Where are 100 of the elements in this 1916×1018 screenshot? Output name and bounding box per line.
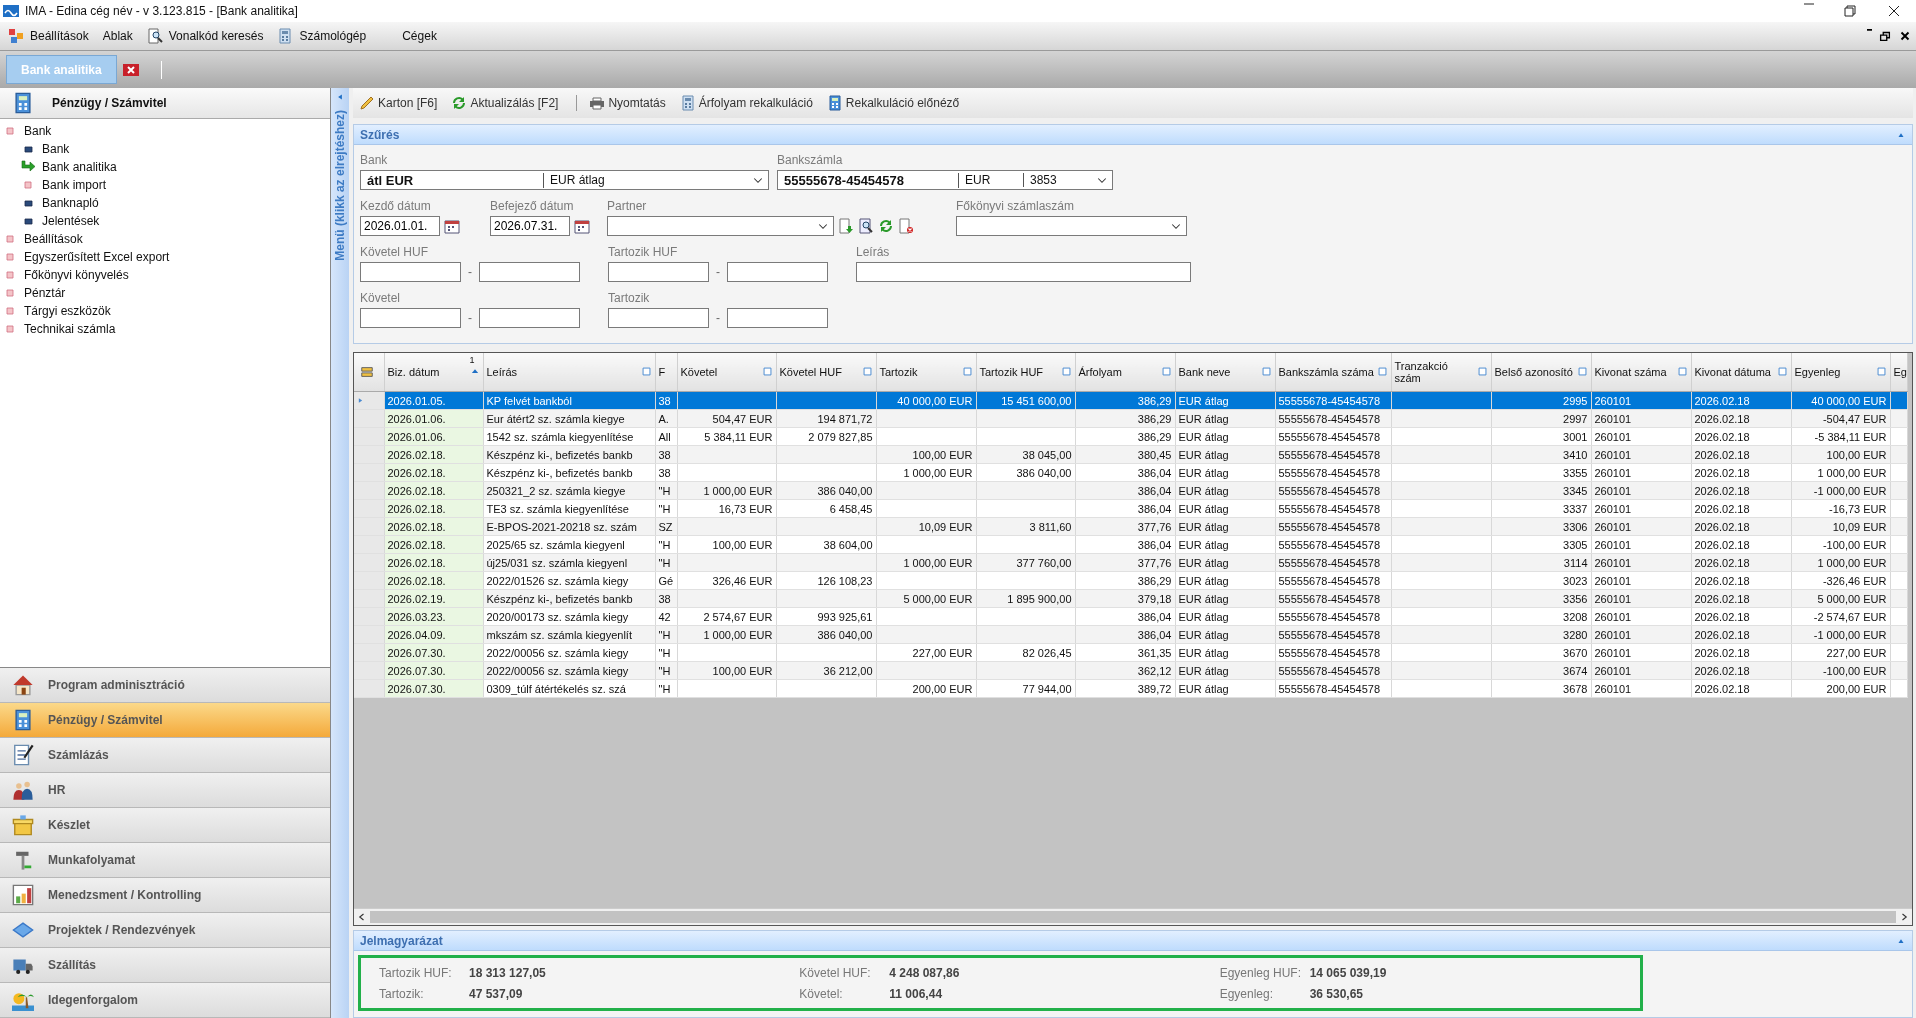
- column-header[interactable]: Követel HUF: [776, 353, 876, 392]
- menu-item[interactable]: Beállítások: [30, 29, 89, 43]
- tree-item[interactable]: Banknapló: [42, 196, 99, 210]
- collapse-label: Menü (klikk az elrejtéshez): [333, 110, 347, 261]
- filter-icon: [1676, 366, 1688, 377]
- summary-label: Tartozik HUF:: [379, 965, 453, 980]
- module-button[interactable]: Készlet: [0, 808, 330, 843]
- panel-title: Szűrés: [360, 127, 400, 142]
- summary-value: 18 313 127,05: [469, 965, 546, 980]
- current-row-icon: [356, 396, 365, 405]
- ledger-account-select[interactable]: [956, 216, 1187, 236]
- tree-item[interactable]: Főkönyvi könyvelés: [24, 268, 129, 282]
- close-icon: [1886, 3, 1902, 19]
- input-field[interactable]: [479, 308, 580, 328]
- summary-value: 14 065 039,19: [1309, 965, 1387, 980]
- calculator-icon: [277, 28, 294, 44]
- column-header[interactable]: Egyenleg: [1791, 353, 1890, 392]
- input-field[interactable]: [360, 262, 461, 282]
- module-button[interactable]: Számlázás: [0, 738, 330, 773]
- tree-item[interactable]: Bank import: [42, 178, 107, 192]
- menu-item[interactable]: Ablak: [102, 29, 133, 43]
- module-button[interactable]: Menedzsment / Kontrolling: [0, 878, 330, 913]
- input-field[interactable]: [727, 262, 828, 282]
- tree-item[interactable]: Pénztár: [24, 286, 66, 300]
- input-field[interactable]: [608, 308, 709, 328]
- close-tab-icon: [122, 61, 139, 78]
- module-button[interactable]: Projektek / Rendezvények: [0, 913, 330, 948]
- toolbar-button[interactable]: Árfolyam rekalkuláció: [677, 95, 821, 111]
- toolbar-button[interactable]: Nyomtatás: [587, 95, 674, 111]
- input-field[interactable]: [727, 308, 828, 328]
- document-pen-icon: [12, 744, 34, 766]
- panel-title: Jelmagyarázat: [360, 933, 443, 948]
- field-label: Partner: [607, 199, 648, 214]
- filter-icon: [861, 366, 873, 377]
- column-header[interactable]: Bank neve: [1175, 353, 1275, 392]
- tree-item[interactable]: Bank: [24, 124, 52, 138]
- date-field[interactable]: 2026.07.31.: [490, 216, 570, 236]
- add-document-icon: [838, 218, 854, 234]
- tree-item[interactable]: Bank: [42, 142, 70, 156]
- calendar-icon: [574, 218, 590, 234]
- input-field[interactable]: [479, 262, 580, 282]
- filter-icon: [761, 366, 773, 377]
- summary-value: 4 248 087,86: [889, 965, 960, 980]
- field-label: Követel: [360, 291, 402, 306]
- input-field[interactable]: [608, 262, 709, 282]
- bar-chart-icon: [12, 884, 34, 906]
- summary-label: Egyenleg:: [1219, 986, 1275, 1001]
- app-menu-icon: [8, 28, 24, 44]
- column-header[interactable]: 1 Biz. dátum: [384, 353, 483, 392]
- summary-value: 47 537,09: [469, 986, 523, 1001]
- date-field[interactable]: 2026.01.01.: [360, 216, 440, 236]
- box-icon: [12, 814, 34, 836]
- toolbar-button[interactable]: Rekalkuláció előnéző: [824, 95, 968, 111]
- module-button[interactable]: Idegenforgalom: [0, 983, 330, 1018]
- window-title: IMA - Edina cég név - v 3.123.815 - [Bank analitika]: [25, 4, 298, 18]
- column-header[interactable]: Kivonat száma: [1591, 353, 1691, 392]
- column-header[interactable]: Tartozik: [876, 353, 976, 392]
- partner-select[interactable]: [607, 216, 834, 236]
- column-header[interactable]: Belső azonosító: [1491, 353, 1591, 392]
- calendar-icon: [444, 218, 460, 234]
- module-button[interactable]: Program adminisztráció: [0, 668, 330, 703]
- column-header[interactable]: F: [655, 353, 677, 392]
- calculator-icon: [12, 92, 34, 114]
- range-separator: -: [467, 311, 473, 325]
- column-header[interactable]: [354, 353, 384, 392]
- column-header[interactable]: Tranzakció szám: [1391, 353, 1491, 392]
- tree-item[interactable]: Egyszerűsített Excel export: [24, 250, 170, 264]
- column-header[interactable]: Bankszámla száma: [1275, 353, 1391, 392]
- minimize-icon: [1804, 3, 1814, 5]
- module-button[interactable]: HR: [0, 773, 330, 808]
- toolbar-button[interactable]: Karton [F6]: [357, 95, 446, 111]
- restore-icon: [1878, 29, 1892, 43]
- toolbar-button[interactable]: Aktualizálás [F2]: [449, 95, 567, 111]
- tree-item[interactable]: Bank analitika: [42, 160, 117, 174]
- input-field[interactable]: [360, 308, 461, 328]
- module-button[interactable]: Pénzügy / Számvitel: [0, 703, 330, 738]
- field-label: Bank: [360, 153, 389, 168]
- account-select[interactable]: 55555678-45454578 EUR 3853: [777, 170, 1113, 190]
- bank-select[interactable]: átl EUR EUR átlag: [360, 170, 769, 190]
- column-header[interactable]: Leírás: [483, 353, 655, 392]
- column-header[interactable]: Kivonat dátuma: [1691, 353, 1791, 392]
- column-header[interactable]: Tartozik HUF: [976, 353, 1075, 392]
- tree-item[interactable]: Jelentések: [42, 214, 100, 228]
- menu-item[interactable]: Cégek: [402, 29, 437, 43]
- tree-item[interactable]: Beállítások: [24, 232, 83, 246]
- calculator-icon: [12, 709, 34, 731]
- filter-icon: [1476, 366, 1488, 377]
- summary-value: 11 006,44: [889, 986, 943, 1001]
- column-header[interactable]: Követel: [677, 353, 776, 392]
- horizontal-scrollbar[interactable]: [354, 908, 1912, 925]
- tree-item[interactable]: Tárgyi eszközök: [24, 304, 111, 318]
- module-button[interactable]: Munkafolyamat: [0, 843, 330, 878]
- tree-item[interactable]: Technikai számla: [24, 322, 116, 336]
- module-button[interactable]: Szállítás: [0, 948, 330, 983]
- input-field[interactable]: [856, 262, 1191, 282]
- column-header[interactable]: Árfolyam: [1075, 353, 1175, 392]
- delete-document-icon: [898, 218, 914, 234]
- menu-item[interactable]: Számológép: [299, 29, 367, 43]
- range-separator: -: [467, 265, 473, 279]
- menu-item[interactable]: Vonalkód keresés: [168, 29, 264, 43]
